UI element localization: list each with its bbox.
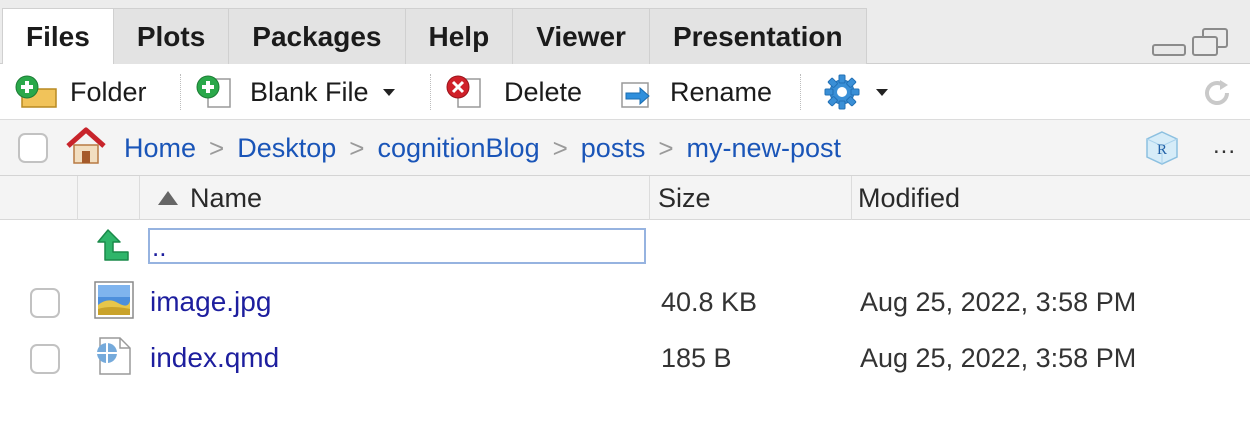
- size-column-header[interactable]: Size: [650, 176, 852, 220]
- file-name-link[interactable]: image.jpg: [150, 286, 271, 318]
- header-icon-column: [78, 176, 140, 220]
- chevron-down-icon: [876, 88, 888, 96]
- size-column-label: Size: [658, 182, 711, 213]
- select-all-checkbox[interactable]: [18, 133, 48, 163]
- image-file-icon: [94, 281, 134, 319]
- blank-file-button[interactable]: Blank File: [194, 64, 395, 120]
- minimize-pane-icon[interactable]: [1152, 44, 1186, 56]
- tab-files[interactable]: Files: [2, 8, 114, 65]
- refresh-icon[interactable]: [1200, 76, 1234, 110]
- rename-icon: [621, 82, 650, 108]
- home-icon[interactable]: [64, 126, 108, 166]
- breadcrumb-desktop[interactable]: Desktop: [237, 133, 336, 164]
- modified-column-label: Modified: [858, 182, 961, 213]
- name-column-header[interactable]: Name: [140, 176, 650, 220]
- delete-button[interactable]: Delete: [444, 64, 582, 120]
- gear-icon: [824, 74, 860, 110]
- breadcrumb-separator: >: [658, 132, 674, 163]
- name-column-label: Name: [190, 182, 263, 213]
- svg-text:R: R: [1157, 142, 1167, 158]
- new-folder-icon: [15, 75, 57, 108]
- breadcrumb-separator: >: [209, 132, 225, 163]
- tab-presentation[interactable]: Presentation: [649, 8, 867, 64]
- chevron-down-icon: [382, 88, 395, 96]
- file-modified: Aug 25, 2022, 3:58 PM: [860, 287, 1137, 317]
- new-folder-button[interactable]: Folder: [14, 64, 147, 120]
- breadcrumb-separator: >: [552, 132, 568, 163]
- rename-label: Rename: [670, 76, 773, 107]
- toolbar: Folder Blank File Delete Rename: [0, 64, 1250, 120]
- new-file-icon: [196, 75, 231, 108]
- files-pane: Files Plots Packages Help Viewer Present…: [0, 0, 1250, 442]
- tab-bar: Files Plots Packages Help Viewer Present…: [0, 0, 1250, 65]
- breadcrumb-my-new-post[interactable]: my-new-post: [687, 133, 842, 164]
- parent-directory-link[interactable]: ..: [148, 228, 646, 264]
- modified-column-header[interactable]: Modified: [852, 176, 1250, 220]
- tab-viewer[interactable]: Viewer: [513, 8, 650, 64]
- tab-packages[interactable]: Packages: [229, 8, 406, 64]
- breadcrumb-home[interactable]: Home: [124, 133, 196, 164]
- new-folder-label: Folder: [70, 76, 147, 107]
- table-row[interactable]: index.qmd 185 B Aug 25, 2022, 3:58 PM: [0, 330, 1250, 386]
- tab-help[interactable]: Help: [405, 8, 514, 64]
- parent-directory-icon[interactable]: [94, 224, 134, 264]
- file-size: 185 B: [661, 343, 732, 373]
- more-options-button[interactable]: [822, 64, 888, 120]
- table-row[interactable]: image.jpg 40.8 KB Aug 25, 2022, 3:58 PM: [0, 274, 1250, 330]
- delete-label: Delete: [504, 76, 583, 107]
- file-name-link[interactable]: index.qmd: [150, 342, 279, 374]
- breadcrumb-separator: >: [349, 132, 365, 163]
- parent-directory-label: ..: [152, 232, 167, 262]
- more-path-button[interactable]: ...: [1213, 132, 1236, 160]
- delete-icon: [446, 75, 481, 108]
- file-checkbox[interactable]: [30, 288, 60, 318]
- r-project-icon[interactable]: R: [1143, 129, 1181, 167]
- file-size: 40.8 KB: [661, 287, 758, 317]
- header-checkbox-column: [0, 176, 78, 220]
- breadcrumb-cognitionblog[interactable]: cognitionBlog: [377, 133, 539, 164]
- rename-button[interactable]: Rename: [618, 64, 772, 120]
- breadcrumb-posts[interactable]: posts: [581, 133, 646, 164]
- sort-ascending-icon: [158, 191, 178, 205]
- breadcrumb: Home > Desktop > cognitionBlog > posts >…: [124, 120, 841, 176]
- breadcrumb-bar: Home > Desktop > cognitionBlog > posts >…: [0, 120, 1250, 176]
- blank-file-label: Blank File: [250, 76, 369, 107]
- column-header-row: Name Size Modified: [0, 176, 1250, 220]
- tab-plots[interactable]: Plots: [113, 8, 230, 64]
- maximize-pane-icon[interactable]: [1192, 28, 1228, 56]
- quarto-file-icon: [97, 337, 131, 375]
- file-modified: Aug 25, 2022, 3:58 PM: [860, 343, 1137, 373]
- file-checkbox[interactable]: [30, 344, 60, 374]
